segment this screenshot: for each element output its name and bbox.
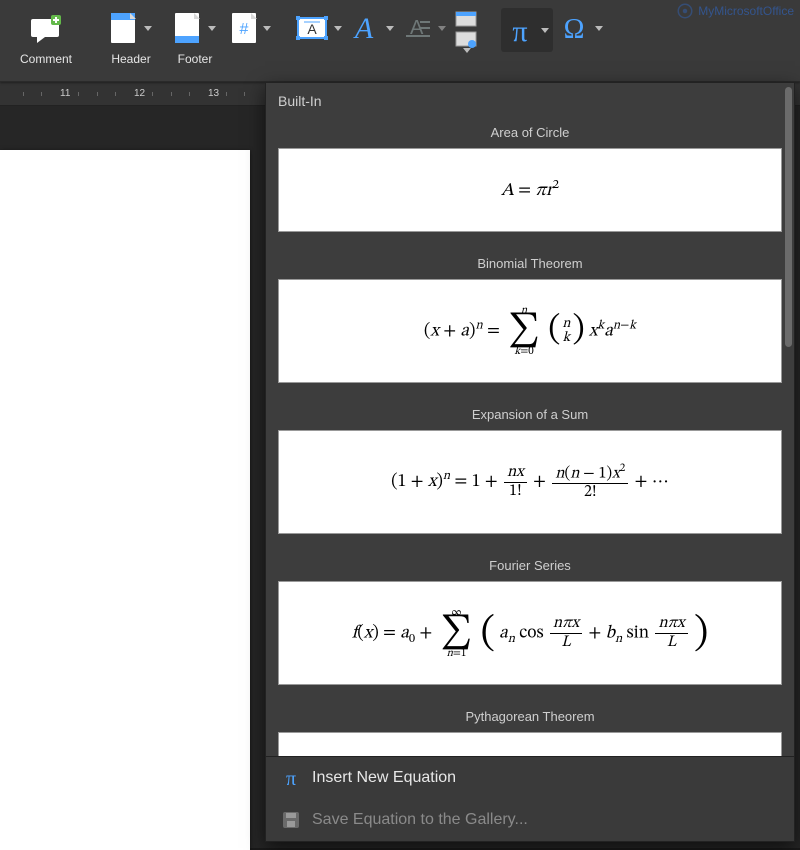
symbol-dropdown-caret[interactable] [595,26,603,31]
save-equation-gallery-item: Save Equation to the Gallery... [266,799,794,841]
wordart-dropdown-caret[interactable] [386,26,394,31]
insert-new-equation-item[interactable]: π Insert New Equation [266,757,794,799]
equation-dropdown-caret[interactable] [541,28,549,33]
equation-item-expansion-sum[interactable]: Expansion of a Sum (1 + x)n = 1 + nx1! +… [266,397,794,548]
equation-item-pythagorean[interactable]: Pythagorean Theorem a2 + b2 = c2 [266,699,794,756]
gallery-scrollbar[interactable] [785,87,792,347]
comment-label: Comment [20,52,72,66]
equation-button[interactable]: π [501,8,553,52]
dropcap-button[interactable]: A [400,8,448,48]
dropcap-dropdown-caret[interactable] [438,26,446,31]
save-equation-gallery-label: Save Equation to the Gallery... [312,811,528,829]
comment-button[interactable]: Comment [12,8,80,66]
equation-preview[interactable]: (x + a)n = n∑k=0 (nk) xkan−k [278,279,782,383]
footer-button[interactable]: Footer [165,8,225,66]
equation-item-area-of-circle[interactable]: Area of Circle A = πr2 [266,115,794,246]
object-button[interactable] [452,30,480,53]
pi-icon: π [280,767,302,789]
document-page[interactable] [0,150,250,850]
date-time-button[interactable] [452,10,480,28]
page-number-button[interactable]: # [229,8,273,48]
equation-preview[interactable]: (1 + x)n = 1 + nx1! + n(n − 1)x22! + ⋯ [278,430,782,534]
svg-text:Ω: Ω [564,14,585,44]
header-label: Header [111,52,150,66]
gallery-footer: π Insert New Equation Save Equation to t… [266,756,794,841]
equation-gallery-panel: Built-In Area of Circle A = πr2 Binomial… [265,82,795,842]
svg-text:π: π [512,15,527,46]
insert-new-equation-label: Insert New Equation [312,769,456,787]
equation-title: Fourier Series [278,552,782,581]
equation-preview[interactable]: f(x) = a0 + ∞∑n=1 ( an cos nπxL + bn sin… [278,581,782,685]
textbox-button[interactable]: A [294,8,344,48]
textbox-dropdown-caret[interactable] [334,26,342,31]
gallery-section-header: Built-In [266,83,794,115]
equation-item-fourier-series[interactable]: Fourier Series f(x) = a0 + ∞∑n=1 ( an co… [266,548,794,699]
footer-label: Footer [178,52,213,66]
equation-title: Binomial Theorem [278,250,782,279]
svg-text:A: A [353,13,374,43]
equation-preview[interactable]: A = πr2 [278,148,782,232]
page-number-dropdown-caret[interactable] [263,26,271,31]
equation-title: Pythagorean Theorem [278,703,782,732]
equation-title: Area of Circle [278,119,782,148]
wordart-button[interactable]: A [348,8,396,48]
equation-title: Expansion of a Sum [278,401,782,430]
header-dropdown-caret[interactable] [144,26,152,31]
header-button[interactable]: Header [101,8,161,66]
footer-dropdown-caret[interactable] [208,26,216,31]
equation-preview[interactable]: a2 + b2 = c2 [278,732,782,756]
save-icon [280,809,302,831]
svg-text:#: # [240,21,249,38]
equation-item-binomial-theorem[interactable]: Binomial Theorem (x + a)n = n∑k=0 (nk) x… [266,246,794,397]
ribbon-insert-tab: Comment Header Footer [0,0,800,82]
symbol-button[interactable]: Ω [557,8,605,48]
svg-text:π: π [286,768,296,789]
svg-text:A: A [307,21,317,37]
